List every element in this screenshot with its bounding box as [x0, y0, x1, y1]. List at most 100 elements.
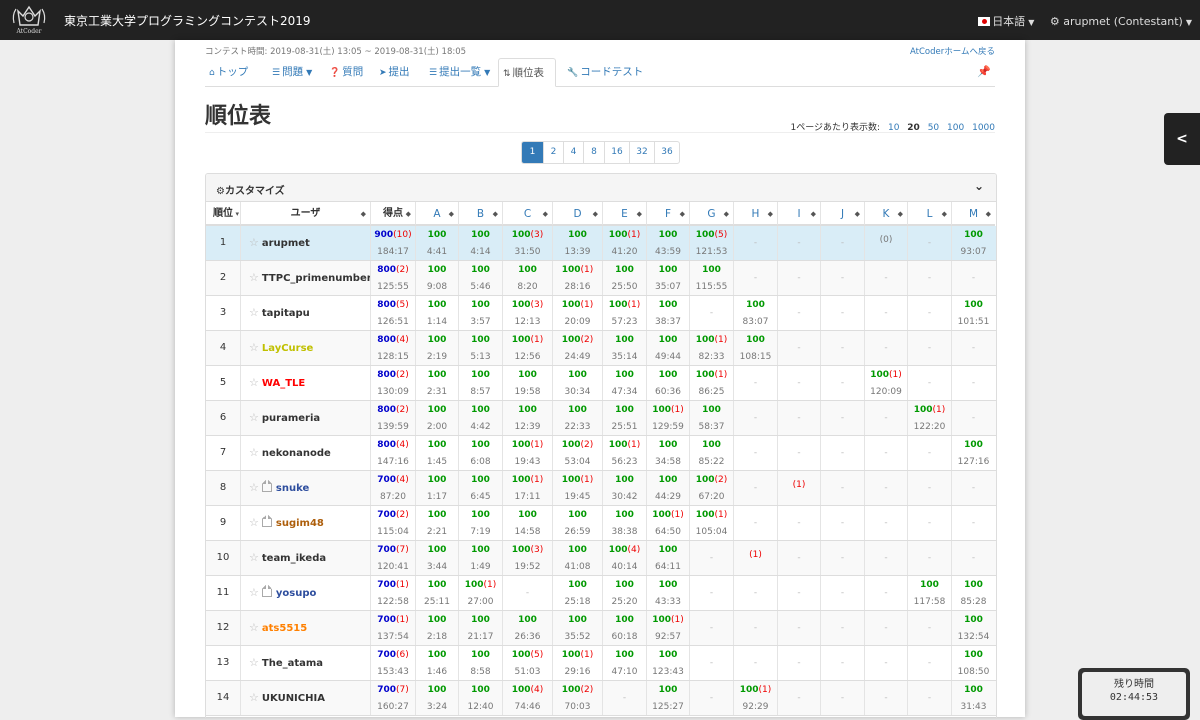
- favorite-star-icon[interactable]: ☆: [249, 551, 259, 564]
- username-link[interactable]: The_atama: [262, 658, 323, 669]
- problem-cell-a: 100 4:41: [416, 226, 459, 260]
- header-problem-i[interactable]: I ◆: [778, 202, 821, 226]
- username-link[interactable]: yosupo: [276, 588, 317, 599]
- tab-standings[interactable]: ⇅ 順位表: [498, 58, 556, 87]
- header-problem-a[interactable]: A ◆: [416, 202, 459, 226]
- page-32[interactable]: 32: [629, 142, 654, 163]
- favorite-star-icon[interactable]: ☆: [249, 516, 259, 529]
- language-selector[interactable]: 日本語 ▼: [978, 15, 1034, 28]
- atcoder-logo[interactable]: AtCoder: [10, 3, 48, 37]
- tab-top[interactable]: ⌂ トップ: [205, 58, 252, 86]
- header-user[interactable]: ユーザ ◆: [241, 202, 371, 226]
- problem-score: 100: [603, 613, 646, 627]
- problem-cell-c: 100 8:20: [503, 261, 553, 295]
- header-problem-h[interactable]: H ◆: [734, 202, 778, 226]
- favorite-star-icon[interactable]: ☆: [249, 306, 259, 319]
- problem-score: 100(1): [553, 263, 602, 277]
- problem-cell-i: -: [778, 366, 821, 400]
- favorite-star-icon[interactable]: ☆: [249, 691, 259, 704]
- penalty-count: (5): [396, 300, 409, 310]
- username-link[interactable]: tapitapu: [262, 308, 310, 319]
- username-link[interactable]: ats5515: [262, 623, 307, 634]
- header-problem-l[interactable]: L ◆: [908, 202, 952, 226]
- page-4[interactable]: 4: [563, 142, 583, 163]
- per-page-10[interactable]: 10: [888, 123, 899, 133]
- page-8[interactable]: 8: [583, 142, 604, 163]
- favorite-star-icon[interactable]: ☆: [249, 341, 259, 354]
- username-link[interactable]: arupmet: [262, 238, 310, 249]
- tab-problems[interactable]: ☰ 問題 ▼: [268, 58, 316, 86]
- favorite-star-icon[interactable]: ☆: [249, 586, 259, 599]
- header-problem-f[interactable]: F ◆: [647, 202, 690, 226]
- header-score[interactable]: 得点 ◆: [371, 202, 416, 226]
- username-link[interactable]: team_ikeda: [262, 553, 326, 564]
- favorite-star-icon[interactable]: ☆: [249, 621, 259, 634]
- per-page-20[interactable]: 20: [907, 123, 920, 133]
- solve-time: 57:23: [611, 317, 638, 327]
- page-2[interactable]: 2: [543, 142, 563, 163]
- favorite-star-icon[interactable]: ☆: [249, 271, 259, 284]
- problem-cell-h: -: [734, 261, 778, 295]
- header-problem-c[interactable]: C ◆: [503, 202, 553, 226]
- per-page-selector: 1ページあたり表示数: 10 20 50 100 1000: [791, 120, 996, 133]
- username-link[interactable]: nekonanode: [262, 448, 331, 459]
- username-link[interactable]: WA_TLE: [262, 378, 305, 389]
- solve-time: 6:45: [470, 492, 491, 502]
- tab-code-test[interactable]: 🔧 コードテスト: [563, 58, 647, 86]
- solve-time: 47:34: [611, 387, 638, 397]
- score-value: 100: [561, 650, 581, 660]
- user-menu[interactable]: ⚙ arupmet (Contestant) ▼: [1050, 15, 1192, 28]
- username-link[interactable]: UKUNICHIA: [262, 693, 325, 704]
- penalty-count: (2): [580, 335, 594, 345]
- header-problem-m[interactable]: M ◆: [952, 202, 995, 226]
- solve-time: 3:57: [470, 317, 491, 327]
- pin-icon[interactable]: 📌: [977, 65, 991, 78]
- contest-name-link[interactable]: 東京工業大学プログラミングコンテスト2019: [64, 12, 311, 29]
- problem-cell-h: 100 108:15: [734, 331, 778, 365]
- tab-submit[interactable]: ➤ 提出: [375, 58, 414, 86]
- header-problem-j[interactable]: J ◆: [821, 202, 865, 226]
- header-problem-d[interactable]: D ◆: [553, 202, 603, 226]
- score-value: 100: [695, 510, 715, 520]
- sidebar-toggle[interactable]: <: [1164, 113, 1200, 165]
- problem-cell-l: -: [908, 506, 952, 540]
- header-problem-g[interactable]: G ◆: [690, 202, 734, 226]
- header-problem-b[interactable]: B ◆: [459, 202, 503, 226]
- per-page-1000[interactable]: 1000: [972, 123, 995, 133]
- header-label: ユーザ: [290, 208, 321, 219]
- per-page-50[interactable]: 50: [928, 123, 939, 133]
- tab-questions[interactable]: ❓ 質問: [325, 58, 367, 86]
- header-problem-e[interactable]: E ◆: [603, 202, 647, 226]
- chevron-down-icon[interactable]: ⌄: [974, 179, 984, 193]
- customize-header[interactable]: ⚙カスタマイズ ⌄: [206, 174, 996, 202]
- page-36[interactable]: 36: [654, 142, 679, 163]
- solve-time: 19:45: [564, 492, 591, 502]
- tab-submissions[interactable]: ☰ 提出一覧 ▼: [425, 58, 494, 86]
- timer-display: 残り時間 02:44:53: [1082, 672, 1186, 716]
- username-link[interactable]: LayCurse: [262, 343, 313, 354]
- problem-cell-k: -: [865, 576, 908, 610]
- problem-cell-j: -: [821, 401, 865, 435]
- page-16[interactable]: 16: [604, 142, 629, 163]
- score-value: 800: [377, 300, 397, 310]
- problem-cell-b: 100 8:58: [459, 646, 503, 680]
- favorite-star-icon[interactable]: ☆: [249, 376, 259, 389]
- favorite-star-icon[interactable]: ☆: [249, 446, 259, 459]
- favorite-star-icon[interactable]: ☆: [249, 411, 259, 424]
- favorite-star-icon[interactable]: ☆: [249, 481, 259, 494]
- page-1[interactable]: 1: [522, 142, 543, 163]
- username-link[interactable]: TTPC_primenumber: [262, 273, 370, 284]
- username-link[interactable]: sugim48: [276, 518, 324, 529]
- favorite-star-icon[interactable]: ☆: [249, 236, 259, 249]
- header-rank[interactable]: 順位 ▾: [206, 202, 241, 226]
- atcoder-home-link[interactable]: AtCoderホームへ戻る: [910, 45, 995, 57]
- total-score-cell: 800(4) 147:16: [371, 436, 416, 470]
- favorite-star-icon[interactable]: ☆: [249, 656, 259, 669]
- total-time: 184:17: [377, 247, 409, 257]
- per-page-100[interactable]: 100: [947, 123, 964, 133]
- empty-mark: -: [753, 623, 758, 633]
- problem-cell-m: -: [952, 401, 995, 435]
- username-link[interactable]: purameria: [262, 413, 320, 424]
- header-problem-k[interactable]: K ◆: [865, 202, 908, 226]
- username-link[interactable]: snuke: [276, 483, 309, 494]
